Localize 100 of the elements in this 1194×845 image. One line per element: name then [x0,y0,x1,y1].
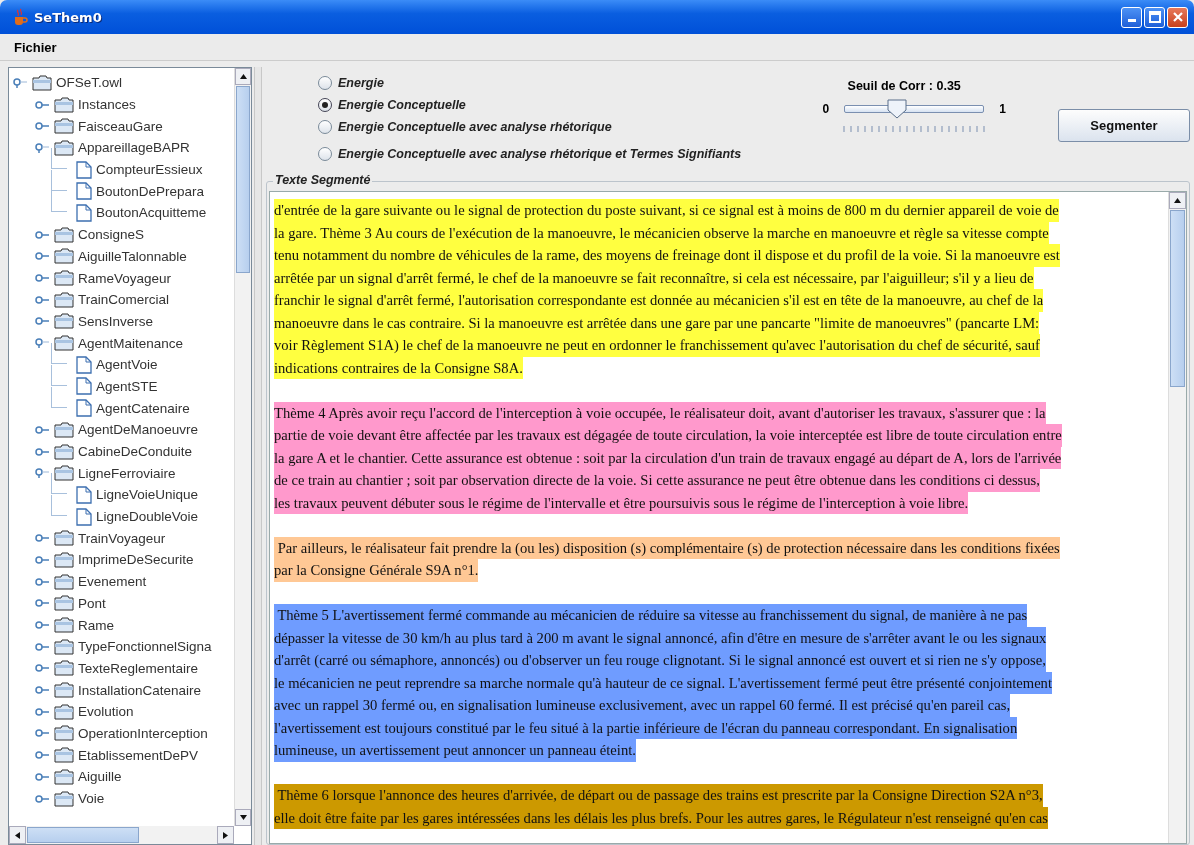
menu-item[interactable]: Fichier [14,39,57,55]
folder-icon [54,291,74,308]
radio-button[interactable] [318,120,332,134]
tree-item[interactable]: FaisceauGare [77,118,164,134]
tree-item[interactable]: LigneVoieUnique [95,487,200,503]
tree-item[interactable]: ImprimeDeSecurite [77,552,195,568]
tree-connector-line [51,191,67,213]
tree-item[interactable]: TrainVoyageur [77,530,167,546]
collapsed-handle-icon[interactable] [35,533,51,544]
scrollbar-thumb[interactable] [27,827,139,843]
scrollbar-thumb[interactable] [236,86,250,273]
collapsed-handle-icon[interactable] [35,273,51,284]
tree-item[interactable]: RameVoyageur [77,270,173,286]
up-arrow-icon [239,73,247,80]
collapsed-handle-icon[interactable] [35,294,51,305]
expanded-handle-icon[interactable] [35,142,51,153]
tree-item[interactable]: Pont [77,595,107,611]
collapsed-handle-icon[interactable] [35,706,51,717]
collapsed-handle-icon[interactable] [35,229,51,240]
scrollbar-thumb[interactable] [1170,210,1185,387]
collapsed-handle-icon[interactable] [35,728,51,739]
tree-item[interactable]: EtablissementDePV [77,747,200,763]
tree-item[interactable]: SensInverse [77,313,155,329]
file-icon [76,485,92,504]
radio-option[interactable]: Energie [318,72,775,94]
folder-icon [54,703,74,720]
scrollbar[interactable] [9,826,234,844]
tree-item[interactable]: Aiguille [77,769,123,785]
folder-icon [54,313,74,330]
scrollbar[interactable] [234,68,251,826]
radio-option[interactable]: Energie Conceptuelle avec analyse rhétorique [318,116,775,138]
folder-icon [54,421,74,438]
tree-item[interactable]: OFSeT.owl [55,75,124,91]
tree-item[interactable]: LigneFerroviaire [77,465,177,481]
tree-item[interactable]: Voie [77,791,106,807]
collapsed-handle-icon[interactable] [35,793,51,804]
folder-icon [54,443,74,460]
collapsed-handle-icon[interactable] [35,598,51,609]
tree-item[interactable]: ConsigneS [77,227,146,243]
folder-icon [54,551,74,568]
folder-icon [54,725,74,742]
tree-item[interactable]: BoutonDePrepara [95,183,206,199]
minimize-button[interactable] [1121,6,1142,28]
folder-icon [54,335,74,352]
folder-icon [54,118,74,135]
tree-item[interactable]: BoutonAcquitteme [95,205,208,221]
expanded-handle-icon[interactable] [13,77,29,88]
up-arrow-icon [1174,197,1181,204]
collapsed-handle-icon[interactable] [35,576,51,587]
tree-item[interactable]: OperationInterception [77,725,209,741]
tree-item[interactable]: Evenement [77,574,148,590]
collapsed-handle-icon[interactable] [35,750,51,761]
tree-item[interactable]: Rame [77,617,115,633]
radio-option[interactable]: Energie Conceptuelle avec analyse rhétorique et Termes Signifiants [318,143,775,165]
collapsed-handle-icon[interactable] [35,641,51,652]
folder-icon [54,638,74,655]
collapsed-handle-icon[interactable] [35,424,51,435]
tree-item[interactable]: TypeFonctionnelSigna [77,639,213,655]
tree-item[interactable]: CabineDeConduite [77,444,194,460]
slider-thumb[interactable] [886,99,907,119]
tree-item[interactable]: AgentCatenaire [95,400,191,416]
tree-item[interactable]: TexteReglementaire [77,660,200,676]
tree-item[interactable]: AgentSTE [95,378,159,394]
collapsed-handle-icon[interactable] [35,771,51,782]
collapsed-handle-icon[interactable] [35,663,51,674]
collapsed-handle-icon[interactable] [35,251,51,262]
collapsed-handle-icon[interactable] [35,554,51,565]
tree-item[interactable]: AgentMaitenance [77,335,185,351]
tree-item[interactable]: Instances [77,97,137,113]
tree-item[interactable]: AgentVoie [95,357,159,373]
tree-item[interactable]: AgentDeManoeuvre [77,422,200,438]
radio-button[interactable] [318,98,332,112]
radio-option[interactable]: Energie Conceptuelle [318,94,775,116]
collapsed-handle-icon[interactable] [35,99,51,110]
expanded-handle-icon[interactable] [35,338,51,349]
scrollbar[interactable] [1168,192,1186,843]
tree-item[interactable]: LigneDoubleVoie [95,509,200,525]
tree-connector-line [51,473,67,495]
collapsed-handle-icon[interactable] [35,121,51,132]
radio-button[interactable] [318,147,332,161]
file-icon [76,399,92,418]
maximize-button[interactable] [1144,6,1165,28]
radio-button[interactable] [318,76,332,90]
tree-item[interactable]: AppareillageBAPR [77,140,191,156]
segment-button[interactable]: Segmenter [1057,109,1190,142]
cup-icon [12,8,28,26]
tree-connector-line [51,343,67,365]
tree-item[interactable]: InstallationCatenaire [77,682,203,698]
tree-item[interactable]: Evolution [77,704,135,720]
expanded-handle-icon[interactable] [35,468,51,479]
collapsed-handle-icon[interactable] [35,620,51,631]
tree-item[interactable]: AiguilleTalonnable [77,248,188,264]
tree-item[interactable]: TrainComercial [77,292,171,308]
collapsed-handle-icon[interactable] [35,685,51,696]
collapsed-handle-icon[interactable] [35,446,51,457]
close-button[interactable] [1167,6,1188,28]
tree-item[interactable]: CompteurEssieux [95,162,204,178]
collapsed-handle-icon[interactable] [35,316,51,327]
file-icon [76,203,92,222]
tree-connector-line [51,386,67,408]
